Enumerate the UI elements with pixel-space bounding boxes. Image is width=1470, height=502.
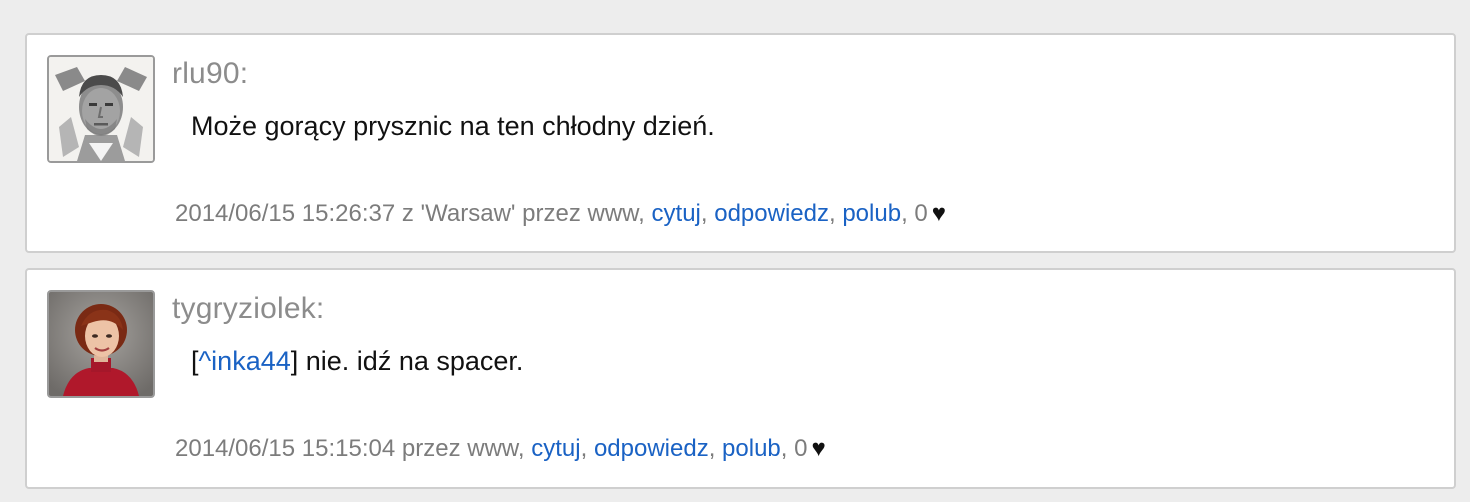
comment-text-body: nie. idź na spacer. [298,346,524,376]
quote-link[interactable]: cytuj [652,200,701,227]
heart-icon: ♥ [811,435,826,462]
avatar[interactable] [47,290,155,398]
avatar[interactable] [47,55,155,163]
comment-card: tygryziolek: [^inka44] nie. idź na space… [25,268,1456,489]
like-link[interactable]: polub [842,200,901,227]
ref-bracket-open: [ [191,346,199,376]
comment-meta: 2014/06/15 15:26:37 z 'Warsaw' przez www… [175,200,947,227]
comment-author[interactable]: rlu90: [172,57,248,91]
like-count: 0 [914,200,928,227]
man-portrait-image [49,57,153,161]
quote-link[interactable]: cytuj [531,435,580,462]
comment-card: rlu90: Może gorący prysznic na ten chłod… [25,33,1456,253]
reply-link[interactable]: odpowiedz [714,200,829,227]
comment-text: Może gorący prysznic na ten chłodny dzie… [191,111,715,142]
comment-feed: rlu90: Może gorący prysznic na ten chłod… [0,0,1470,502]
comment-text-body: Może gorący prysznic na ten chłodny dzie… [191,111,715,141]
comment-timestamp: 2014/06/15 15:15:04 przez www, [175,435,532,462]
like-count: 0 [794,435,808,462]
comment-meta: 2014/06/15 15:15:04 przez www, cytuj, od… [175,435,826,462]
comment-timestamp: 2014/06/15 15:26:37 z 'Warsaw' przez www… [175,200,652,227]
comment-text: [^inka44] nie. idź na spacer. [191,346,523,377]
woman-portrait-image [49,292,153,396]
user-reference-link[interactable]: ^inka44 [199,346,291,376]
heart-icon: ♥ [931,200,947,227]
comment-author[interactable]: tygryziolek: [172,292,324,326]
reply-link[interactable]: odpowiedz [594,435,709,462]
like-link[interactable]: polub [722,435,781,462]
